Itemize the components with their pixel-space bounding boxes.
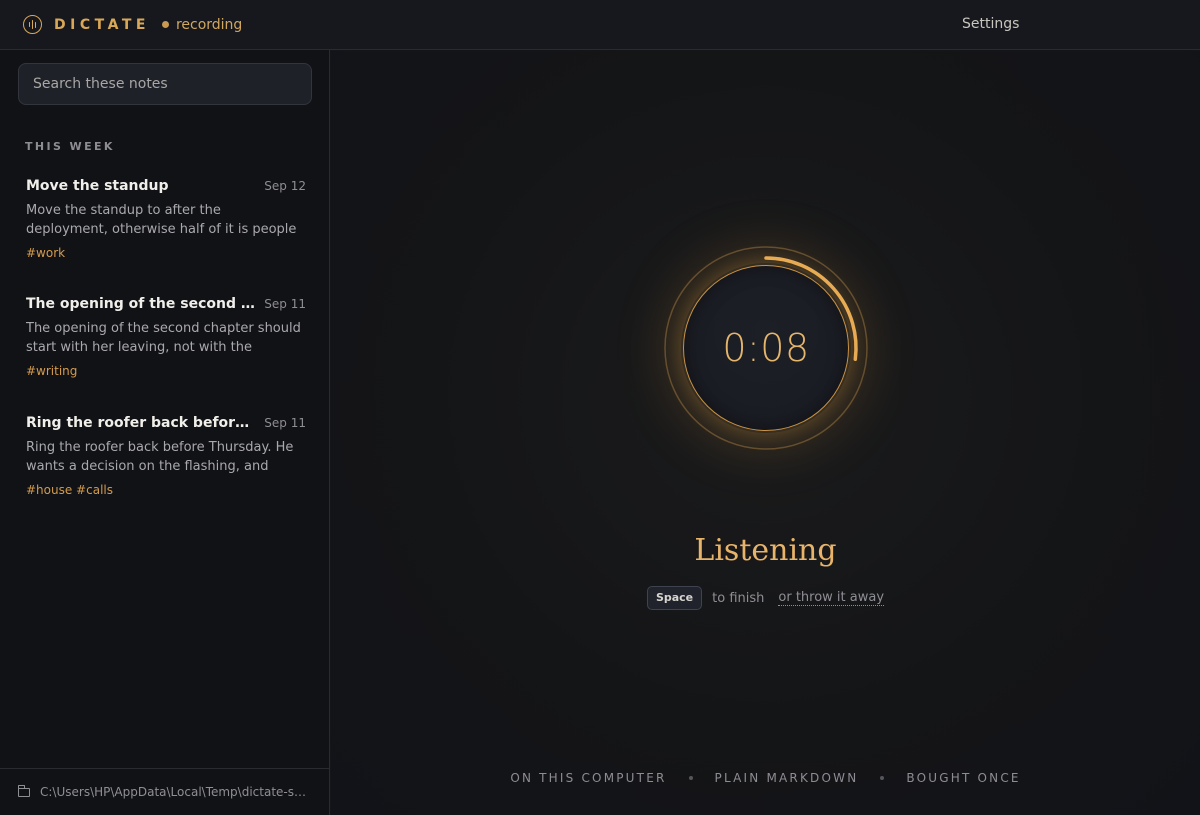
search-input[interactable] [18,63,312,105]
note-date: Sep 11 [264,297,306,311]
note-date: Sep 12 [264,179,306,193]
feature-item: PLAIN MARKDOWN [714,771,859,785]
note-title: Move the standup [26,178,169,194]
note-title: The opening of the second chap... [26,296,256,312]
sidebar: THIS WEEK Move the standup Sep 12 Move t… [0,50,330,815]
storage-location[interactable]: C:\Users\HP\AppData\Local\Temp\dictate-s… [0,768,329,815]
note-tags: #writing [26,364,78,378]
storage-path: C:\Users\HP\AppData\Local\Temp\dictate-s… [40,785,310,799]
note-title: Ring the roofer back before Thur... [26,415,256,431]
note-item[interactable]: Ring the roofer back before Thur... Sep … [26,415,306,497]
note-date: Sep 11 [264,416,306,430]
feature-item: ON THIS COMPUTER [510,771,667,785]
space-key-badge: Space [646,586,703,610]
note-preview: Move the standup to after the deployment… [26,203,297,237]
folder-icon [18,784,30,797]
brand-name: DICTATE [54,16,150,33]
feature-strip: ON THIS COMPUTER PLAIN MARKDOWN BOUGHT O… [331,771,1200,785]
settings-link[interactable]: Settings [962,16,1019,32]
recording-ring: 0:08 [661,243,871,453]
waveform-logo-icon [23,15,42,34]
separator-dot-icon [880,776,885,780]
discard-recording-link[interactable]: or throw it away [778,590,885,606]
note-tags: #house #calls [26,483,113,497]
note-tags: #work [26,246,66,260]
section-label: THIS WEEK [25,140,115,153]
note-preview: The opening of the second chapter should… [26,321,301,355]
note-item[interactable]: Move the standup Sep 12 Move the standup… [26,178,306,260]
note-item[interactable]: The opening of the second chap... Sep 11… [26,296,306,378]
recorder-panel: 0:08 Listening Space to finish or throw … [331,51,1200,815]
finish-hint: to finish [712,590,765,606]
recording-status: Listening [694,533,837,568]
elapsed-timer: 0:08 [722,326,810,370]
recording-dot-icon [161,21,169,28]
brand: DICTATE recording [23,15,242,34]
note-preview: Ring the roofer back before Thursday. He… [26,440,294,474]
separator-dot-icon [688,776,693,780]
keyboard-hint: Space to finish or throw it away [331,586,1200,610]
top-bar: DICTATE recording Settings [0,0,1200,50]
feature-item: BOUGHT ONCE [906,771,1021,785]
recording-label: recording [175,16,243,33]
